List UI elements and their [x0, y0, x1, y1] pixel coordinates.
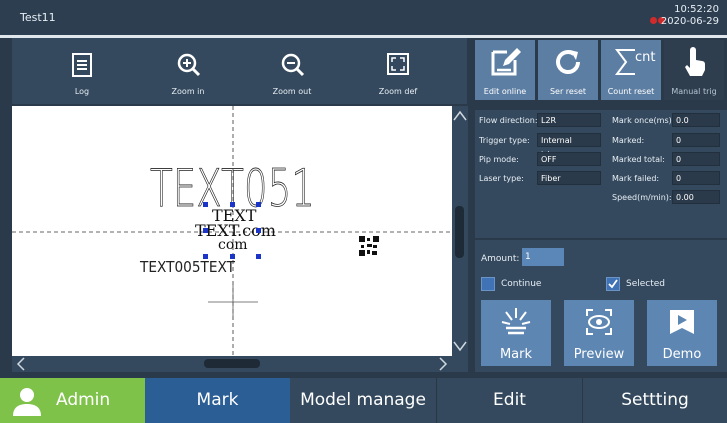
marked-value: 0 — [672, 133, 720, 147]
mark-failed-label: Mark failed: — [612, 174, 660, 183]
laser-mark-icon — [501, 308, 531, 335]
amount-input[interactable]: 1 — [522, 248, 564, 266]
marked-label: Marked: — [612, 136, 645, 145]
zoom-default-button[interactable]: Zoom def — [348, 38, 448, 104]
continue-label: Continue — [501, 279, 542, 289]
nav-edit-label: Edit — [493, 390, 526, 410]
continue-checkbox[interactable] — [481, 277, 495, 291]
count-reset-label: Count reset — [607, 87, 655, 96]
edit-online-button[interactable]: Edit online — [475, 40, 535, 100]
zoom-out-icon — [281, 53, 305, 77]
nav-admin-label: Admin — [56, 390, 111, 410]
speed-label: Speed(m/min): — [612, 193, 672, 202]
laser-type-label: Laser type: — [479, 174, 524, 183]
nav-model-manage-label: Model manage — [300, 390, 426, 410]
preview-button[interactable]: Preview — [564, 300, 634, 366]
scroll-down-icon[interactable] — [452, 340, 468, 354]
flow-direction-label: Flow direction: — [479, 116, 538, 125]
scroll-left-icon[interactable] — [14, 356, 28, 372]
log-icon — [72, 53, 92, 77]
demo-button-label: Demo — [662, 347, 702, 362]
count-glyph: cnt — [635, 50, 656, 65]
checkmark-icon — [608, 279, 618, 289]
count-reset-button[interactable]: cnt Count reset — [601, 40, 661, 100]
mark-button[interactable]: Mark — [481, 300, 551, 366]
nav-setting[interactable]: Settting — [583, 378, 727, 423]
user-avatar-icon — [13, 388, 41, 416]
zoom-in-label: Zoom in — [171, 87, 205, 96]
status-buttons: Edit online Ser reset cnt Count reset Ma… — [475, 38, 727, 102]
mark-button-label: Mark — [499, 347, 533, 362]
clock-date: 2020-06-29 — [660, 16, 719, 27]
nav-mark-label: Mark — [196, 390, 239, 410]
clock-time: 10:52:20 — [674, 4, 719, 15]
scroll-right-icon[interactable] — [436, 356, 450, 372]
zoom-out-label: Zoom out — [272, 87, 312, 96]
zoom-in-icon — [177, 53, 201, 77]
vertical-scroll-thumb[interactable] — [455, 206, 464, 258]
design-canvas[interactable]: TEXT051 TEXT TEXT.com com TEXT005TEXT — [12, 106, 452, 356]
ser-reset-label: Ser reset — [549, 87, 587, 96]
nav-setting-label: Settting — [621, 390, 689, 410]
preview-eye-icon — [586, 309, 612, 335]
selected-checkbox[interactable] — [606, 277, 620, 291]
hand-pointer-icon — [685, 47, 705, 76]
qr-code-object[interactable] — [359, 236, 379, 256]
title-bar: Test11 10:52:20 2020-06-29 — [0, 0, 727, 35]
nav-mark[interactable]: Mark — [145, 378, 290, 423]
zoom-in-button[interactable]: Zoom in — [138, 38, 238, 104]
nav-edit[interactable]: Edit — [437, 378, 582, 423]
amount-label: Amount: — [481, 254, 520, 264]
bottom-nav: Admin Mark Model manage Edit Settting — [0, 378, 727, 423]
nav-model-manage[interactable]: Model manage — [290, 378, 436, 423]
trigger-type-label: Trigger type: — [479, 136, 530, 145]
demo-play-icon — [670, 310, 694, 334]
canvas-text-obj3[interactable]: com — [218, 237, 248, 253]
preview-button-label: Preview — [573, 347, 625, 362]
zoom-default-label: Zoom def — [378, 87, 418, 96]
trigger-type-value: Internal trigger — [537, 133, 601, 159]
zoom-out-button[interactable]: Zoom out — [242, 38, 342, 104]
edit-online-icon — [491, 48, 521, 76]
manual-trig-label: Manual trig — [671, 87, 717, 96]
selected-label: Selected — [626, 279, 666, 289]
horizontal-scroll-thumb[interactable] — [204, 359, 260, 368]
clock: 10:52:20 2020-06-29 — [661, 4, 719, 28]
mark-failed-value: 0 — [672, 171, 720, 185]
speed-value: 0.00 — [672, 190, 720, 204]
log-button[interactable]: Log — [32, 38, 132, 104]
marked-total-value: 0 — [672, 152, 720, 166]
pip-mode-value: OFF — [537, 152, 601, 166]
canvas-text-small[interactable]: TEXT005TEXT — [139, 258, 236, 276]
canvas-toolbar: Log Zoom in Zoom out Zoom def — [12, 38, 467, 104]
status-panel: Flow direction: L2R Trigger type: Intern… — [475, 110, 727, 238]
pip-mode-label: Pip mode: — [479, 155, 519, 164]
window-title: Test11 — [20, 11, 56, 24]
flow-direction-value: L2R — [537, 113, 601, 127]
mark-once-value: 0.0 — [672, 113, 720, 127]
mark-once-label: Mark once(ms): — [612, 116, 675, 125]
zoom-default-icon — [387, 53, 409, 75]
laser-type-value: Fiber — [537, 171, 601, 185]
demo-button[interactable]: Demo — [647, 300, 717, 366]
refresh-icon — [556, 50, 580, 74]
log-label: Log — [74, 87, 90, 96]
manual-trig-button[interactable]: Manual trig — [664, 40, 724, 100]
scroll-up-icon[interactable] — [452, 108, 468, 122]
mark-controls: Amount: 1 Continue Selected Mark Preview… — [475, 240, 727, 372]
ser-reset-button[interactable]: Ser reset — [538, 40, 598, 100]
marked-total-label: Marked total: — [612, 155, 665, 164]
canvas-drawing: TEXT051 TEXT TEXT.com com TEXT005TEXT — [12, 106, 452, 356]
nav-admin[interactable]: Admin — [0, 378, 145, 423]
edit-online-label: Edit online — [483, 87, 527, 96]
horizontal-scrollbar[interactable] — [12, 356, 468, 372]
vertical-scrollbar[interactable] — [452, 106, 468, 356]
